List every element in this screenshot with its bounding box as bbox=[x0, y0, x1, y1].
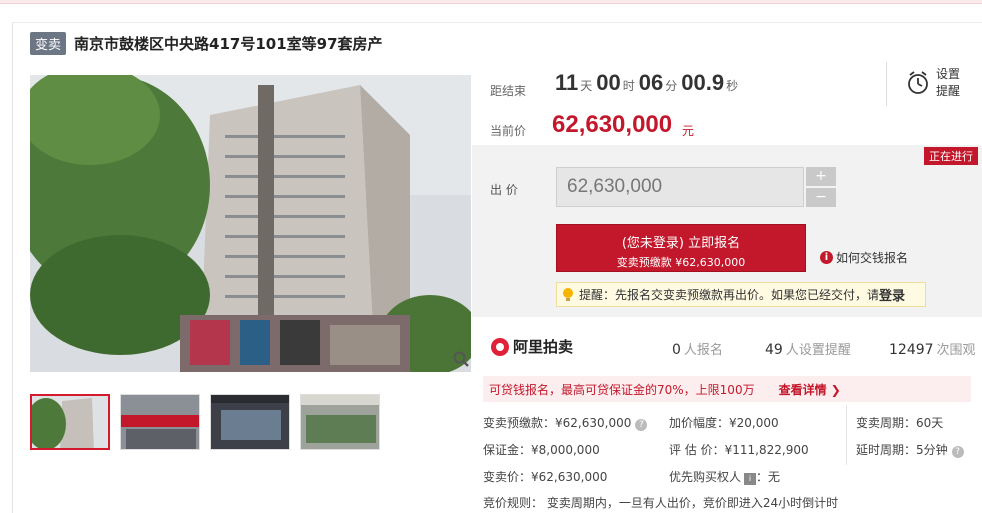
priority-label: 优先购买权人 bbox=[669, 470, 742, 484]
thumbnail-4[interactable] bbox=[300, 394, 380, 450]
login-link[interactable]: 登录 bbox=[879, 285, 905, 304]
bid-input[interactable]: 62,630,000 bbox=[556, 167, 804, 207]
title-row: 变卖 南京市鼓楼区中央路417号101室等97套房产 bbox=[30, 32, 383, 55]
current-price: 62,630,000 bbox=[552, 111, 673, 138]
priority-value: ：无 bbox=[756, 470, 781, 484]
loan-detail-link[interactable]: 查看详情 ❯ bbox=[779, 381, 841, 398]
reminder-line1: 设置 bbox=[936, 67, 961, 81]
thumbnail-2[interactable] bbox=[120, 394, 200, 450]
priority-item: 优先购买权人 i ：无 bbox=[669, 468, 780, 485]
bid-label: 出 价 bbox=[490, 183, 518, 197]
decrease-bid-button[interactable]: − bbox=[806, 188, 836, 207]
appraisal-item: 评 估 价：¥111,822,900 bbox=[669, 443, 809, 457]
countdown-days: 11 bbox=[555, 70, 579, 95]
bidding-rule: 竞价规则： 变卖周期内，一旦有人出价，竞价即进入24小时倒计时 bbox=[483, 496, 839, 510]
divider bbox=[886, 62, 887, 106]
margin-item: 保证金：¥8,000,000 bbox=[483, 443, 600, 457]
countdown-days-unit: 天 bbox=[580, 79, 593, 93]
priority-info-icon[interactable]: i bbox=[744, 473, 757, 485]
view-count-label: 次围观 bbox=[936, 343, 976, 358]
top-notice-strip bbox=[0, 0, 982, 4]
howto-link[interactable]: i 如何交钱报名 bbox=[820, 249, 908, 266]
lightbulb-icon bbox=[563, 287, 573, 301]
extension-text: 延时周期：5分钟 bbox=[856, 443, 948, 457]
signup-count: 0 人报名 bbox=[672, 339, 723, 358]
status-badge: 正在进行 bbox=[924, 147, 978, 165]
sale-price-item: 变卖价：¥62,630,000 bbox=[483, 470, 608, 484]
loan-banner: 可贷钱报名，最高可贷保证金的70%，上限100万 查看详情 ❯ bbox=[483, 376, 971, 402]
countdown-seconds-unit: 秒 bbox=[726, 79, 739, 93]
detail-divider bbox=[846, 405, 847, 465]
remind-count: 49 人设置提醒 bbox=[765, 339, 851, 358]
brand-stats-row: 阿里拍卖 0 人报名 49 人设置提醒 12497 次围观 bbox=[472, 328, 982, 364]
signup-count-value: 0 bbox=[672, 342, 681, 358]
signup-deposit: 变卖预缴款 ¥62,630,000 bbox=[616, 256, 746, 269]
tip-bar: 提醒：先报名交变卖预缴款再出价。如果您已经交付，请 登录 bbox=[556, 282, 926, 307]
countdown-minutes-unit: 分 bbox=[665, 79, 678, 93]
signup-count-label: 人报名 bbox=[683, 343, 723, 358]
thumbnail-3[interactable] bbox=[210, 394, 290, 450]
remind-count-value: 49 bbox=[765, 342, 783, 358]
ali-auction-logo-icon bbox=[491, 337, 509, 356]
set-reminder-button[interactable]: 设置 提醒 bbox=[936, 66, 960, 100]
countdown-hours-unit: 时 bbox=[622, 79, 635, 93]
thumbnail-strip bbox=[30, 394, 390, 450]
help-icon[interactable]: ? bbox=[635, 419, 648, 431]
alarm-clock-icon[interactable] bbox=[906, 70, 930, 96]
zoom-icon[interactable] bbox=[452, 350, 470, 368]
deposit-item: 变卖预缴款：¥62,630,000? bbox=[483, 414, 648, 431]
extension-item: 延时周期：5分钟? bbox=[856, 441, 964, 458]
countdown-hours: 00 bbox=[596, 70, 621, 95]
signup-button[interactable]: (您未登录) 立即报名 变卖预缴款 ¥62,630,000 bbox=[556, 224, 806, 272]
bid-stepper: + − bbox=[806, 167, 836, 207]
countdown-minutes: 06 bbox=[638, 70, 664, 95]
info-icon: i bbox=[820, 251, 833, 264]
brand-name: 阿里拍卖 bbox=[513, 338, 574, 356]
countdown-label: 距结束 bbox=[490, 84, 527, 98]
thumbnail-1[interactable] bbox=[30, 394, 110, 450]
remind-count-label: 人设置提醒 bbox=[785, 343, 851, 358]
page-title: 南京市鼓楼区中央路417号101室等97套房产 bbox=[74, 35, 383, 53]
view-count-value: 12497 bbox=[889, 342, 934, 358]
main-photo[interactable] bbox=[30, 75, 471, 372]
signup-label: (您未登录) 立即报名 bbox=[621, 236, 741, 251]
current-price-unit: 元 bbox=[682, 124, 695, 138]
tip-text: 提醒：先报名交变卖预缴款再出价。如果您已经交付，请 bbox=[579, 288, 880, 302]
brand-logo[interactable]: 阿里拍卖 bbox=[490, 336, 573, 357]
period-item: 变卖周期：60天 bbox=[856, 416, 944, 430]
sale-type-tag: 变卖 bbox=[30, 32, 67, 55]
help-icon[interactable]: ? bbox=[951, 446, 964, 458]
bid-panel: 正在进行 出 价 62,630,000 + − (您未登录) 立即报名 变卖预缴… bbox=[472, 145, 982, 317]
howto-label: 如何交钱报名 bbox=[836, 251, 909, 265]
increase-bid-button[interactable]: + bbox=[806, 167, 836, 186]
reminder-line2: 提醒 bbox=[936, 84, 961, 98]
current-price-label: 当前价 bbox=[490, 124, 527, 138]
loan-text: 可贷钱报名，最高可贷保证金的70%，上限100万 bbox=[489, 382, 755, 397]
countdown: 11 天 00 时 06 分 00.9 秒 bbox=[555, 70, 742, 96]
increment-item: 加价幅度：¥20,000 bbox=[669, 416, 779, 430]
countdown-seconds: 00.9 bbox=[681, 70, 725, 95]
deposit-text: 变卖预缴款：¥62,630,000 bbox=[483, 416, 632, 430]
view-count: 12497 次围观 bbox=[889, 339, 976, 358]
